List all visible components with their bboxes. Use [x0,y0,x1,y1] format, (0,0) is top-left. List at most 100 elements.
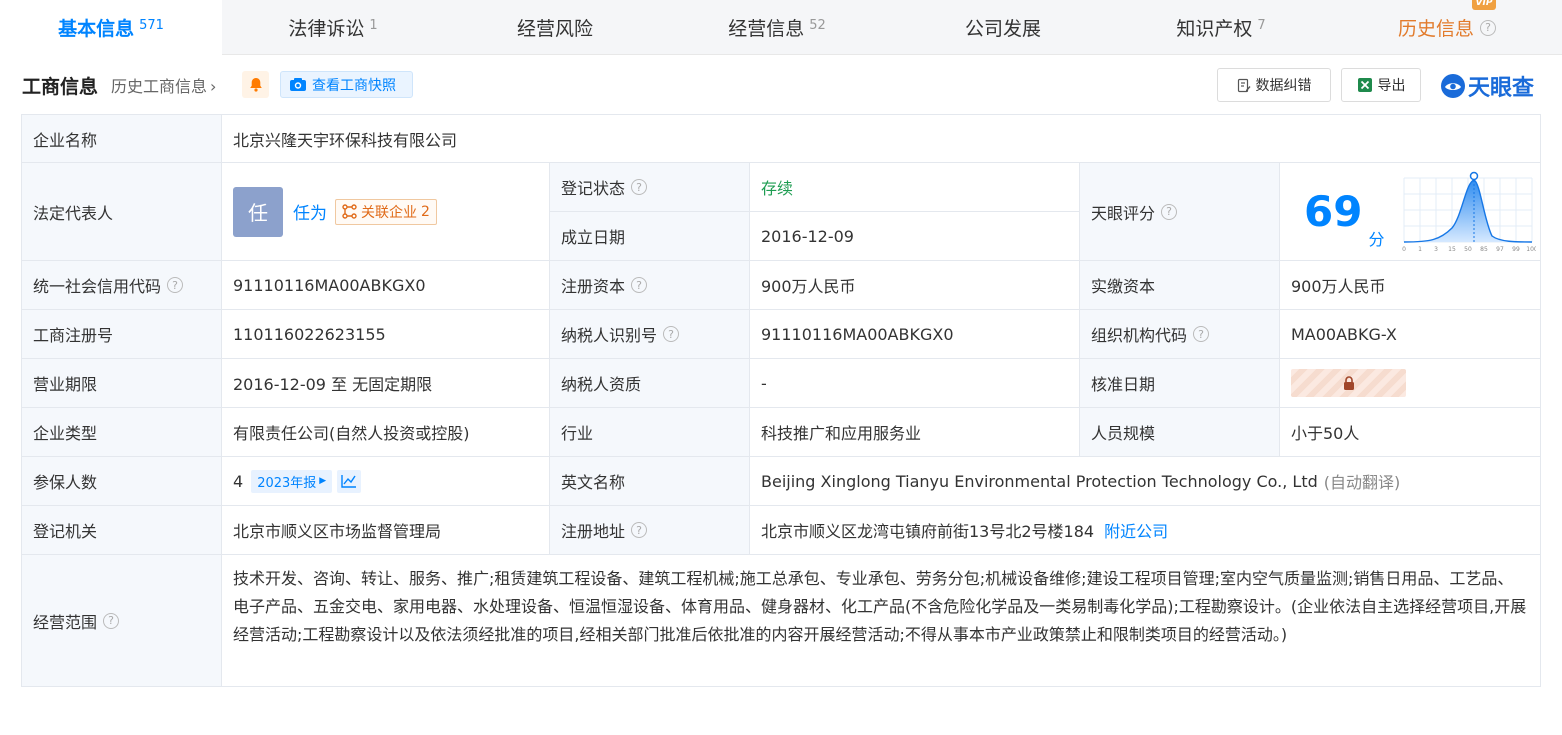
legal-rep-name[interactable]: 任为 [293,199,327,224]
insured-count: 4 [233,471,244,491]
vip-badge: VIP [1472,0,1496,10]
export-button[interactable]: 导出 [1341,68,1421,102]
tab-label: 知识产权 [1176,18,1253,40]
help-icon[interactable]: ? [631,179,648,195]
label-authority: 登记机关 [22,506,222,555]
line-chart-icon [341,475,357,488]
monitor-bell-button[interactable] [242,71,269,98]
label-scope: 经营范围? [22,555,222,686]
label-industry: 行业 [550,408,750,457]
label-reg-capital-text: 注册资本 [561,277,626,296]
label-company-name: 企业名称 [22,115,222,163]
approve-date-cell [1280,359,1541,408]
taxpayer-id: 91110116MA00ABKGX0 [750,310,1080,359]
help-icon[interactable]: ? [631,277,648,293]
score-axis-tick: 3 [1435,246,1439,253]
tab-label: 历史信息 [1397,18,1474,40]
help-icon[interactable]: ? [663,326,680,342]
tab-ip[interactable]: 知识产权 7 [1110,0,1332,55]
help-icon[interactable]: ? [631,522,648,538]
tab-label: 基本信息 [58,18,135,40]
bell-icon [249,78,262,92]
tab-legal[interactable]: 法律诉讼 1 [222,0,444,55]
label-address: 注册地址? [550,506,750,555]
reg-capital: 900万人民币 [750,261,1080,310]
tab-count: 52 [809,18,826,33]
score-axis-tick: 50 [1465,246,1473,253]
camera-icon [290,78,306,91]
label-credit-code: 统一社会信用代码? [22,261,222,310]
address-cell: 北京市顺义区龙湾屯镇府前街13号北2号楼184 附近公司 [750,506,1541,555]
snapshot-button[interactable]: 查看工商快照 [280,71,413,98]
score-axis-tick: 97 [1497,246,1505,253]
history-link[interactable]: 历史工商信息 › [111,73,216,97]
label-taxpayer-id-text: 纳税人识别号 [561,326,658,345]
label-reg-no: 工商注册号 [22,310,222,359]
reg-no: 110116022623155 [222,310,550,359]
tab-history[interactable]: 历史信息 ? [1332,0,1562,55]
label-paid-capital: 实缴资本 [1080,261,1280,310]
tab-basic-info[interactable]: 基本信息 571 [0,0,222,55]
annual-report-year-dropdown[interactable]: 2023年报 ▶ [251,469,333,493]
tab-label: 公司发展 [964,18,1041,40]
score-axis-tick: 15 [1449,246,1457,253]
label-score: 天眼评分? [1080,163,1280,261]
trend-chart-button[interactable] [337,469,362,493]
label-reg-capital: 注册资本? [550,261,750,310]
company-type: 有限责任公司(自然人投资或控股) [222,408,550,457]
data-correction-button[interactable]: 数据纠错 [1217,68,1331,102]
score-distribution-chart: 0 1 3 15 50 85 97 99 100 [1403,171,1536,253]
help-icon[interactable]: ? [1480,19,1496,36]
section-title: 工商信息 [22,76,99,98]
edit-doc-icon [1237,78,1250,92]
label-address-text: 注册地址 [561,522,626,541]
tab-bar: 基本信息 571 法律诉讼 1 经营风险 经营信息 52 公司发展 知识产权 7 历史信… [0,0,1562,55]
chevron-right-icon: › [210,77,217,96]
label-org-code: 组织机构代码? [1080,310,1280,359]
label-reg-status: 登记状态? [550,163,750,212]
tab-operation[interactable]: 经营信息 52 [666,0,888,55]
business-scope: 技术开发、咨询、转让、服务、推广;租赁建筑工程设备、建筑工程机械;施工总承包、专… [233,569,1527,644]
tab-label: 法律诉讼 [288,18,365,40]
score-value: 69 [1304,187,1363,236]
english-name-cell: Beijing Xinglong Tianyu Environmental Pr… [750,457,1541,506]
industry: 科技推广和应用服务业 [750,408,1080,457]
label-taxpayer-id: 纳税人识别号? [550,310,750,359]
caret-right-icon: ▶ [319,476,327,486]
score-axis-tick: 85 [1481,246,1489,253]
paid-capital: 900万人民币 [1280,261,1541,310]
related-companies-button[interactable]: 关联企业 2 [335,198,437,225]
org-code: MA00ABKG-X [1280,310,1541,359]
label-term: 营业期限 [22,359,222,408]
company-name: 北京兴隆天宇环保科技有限公司 [222,115,1541,163]
label-english-name: 英文名称 [550,457,750,506]
help-icon[interactable]: ? [103,612,120,629]
score-axis-tick: 99 [1513,246,1521,253]
avatar[interactable]: 任 [233,186,283,237]
label-approve-date: 核准日期 [1080,359,1280,408]
related-label: 关联企业 [361,204,417,221]
score-axis-tick: 0 [1403,246,1407,253]
label-score-text: 天眼评分 [1091,203,1156,223]
help-icon[interactable]: ? [167,277,184,293]
label-company-type: 企业类型 [22,408,222,457]
reg-status: 存续 [750,163,1080,212]
tianyancha-logo: 天眼查 [1440,70,1534,102]
est-date: 2016-12-09 [750,212,1080,261]
excel-icon [1357,78,1372,92]
label-staff-size: 人员规模 [1080,408,1280,457]
score-axis-tick: 1 [1419,246,1423,253]
vip-locked-value[interactable] [1291,369,1406,397]
tab-label: 经营信息 [728,18,805,40]
help-icon[interactable]: ? [1161,203,1178,220]
score-cell[interactable]: 69 分 0 1 3 15 50 85 97 99 100 [1280,163,1541,261]
nearby-companies-link[interactable]: 附近公司 [1104,518,1168,542]
auto-translate-note: (自动翻译) [1323,473,1401,492]
english-name: Beijing Xinglong Tianyu Environmental Pr… [761,471,1318,491]
tab-development[interactable]: 公司发展 [888,0,1118,55]
help-icon[interactable]: ? [1193,326,1210,342]
related-count: 2 [421,203,430,220]
logo-text: 天眼查 [1468,76,1535,101]
insured-cell: 4 2023年报 ▶ [222,457,550,506]
tab-risk[interactable]: 经营风险 [444,0,666,55]
